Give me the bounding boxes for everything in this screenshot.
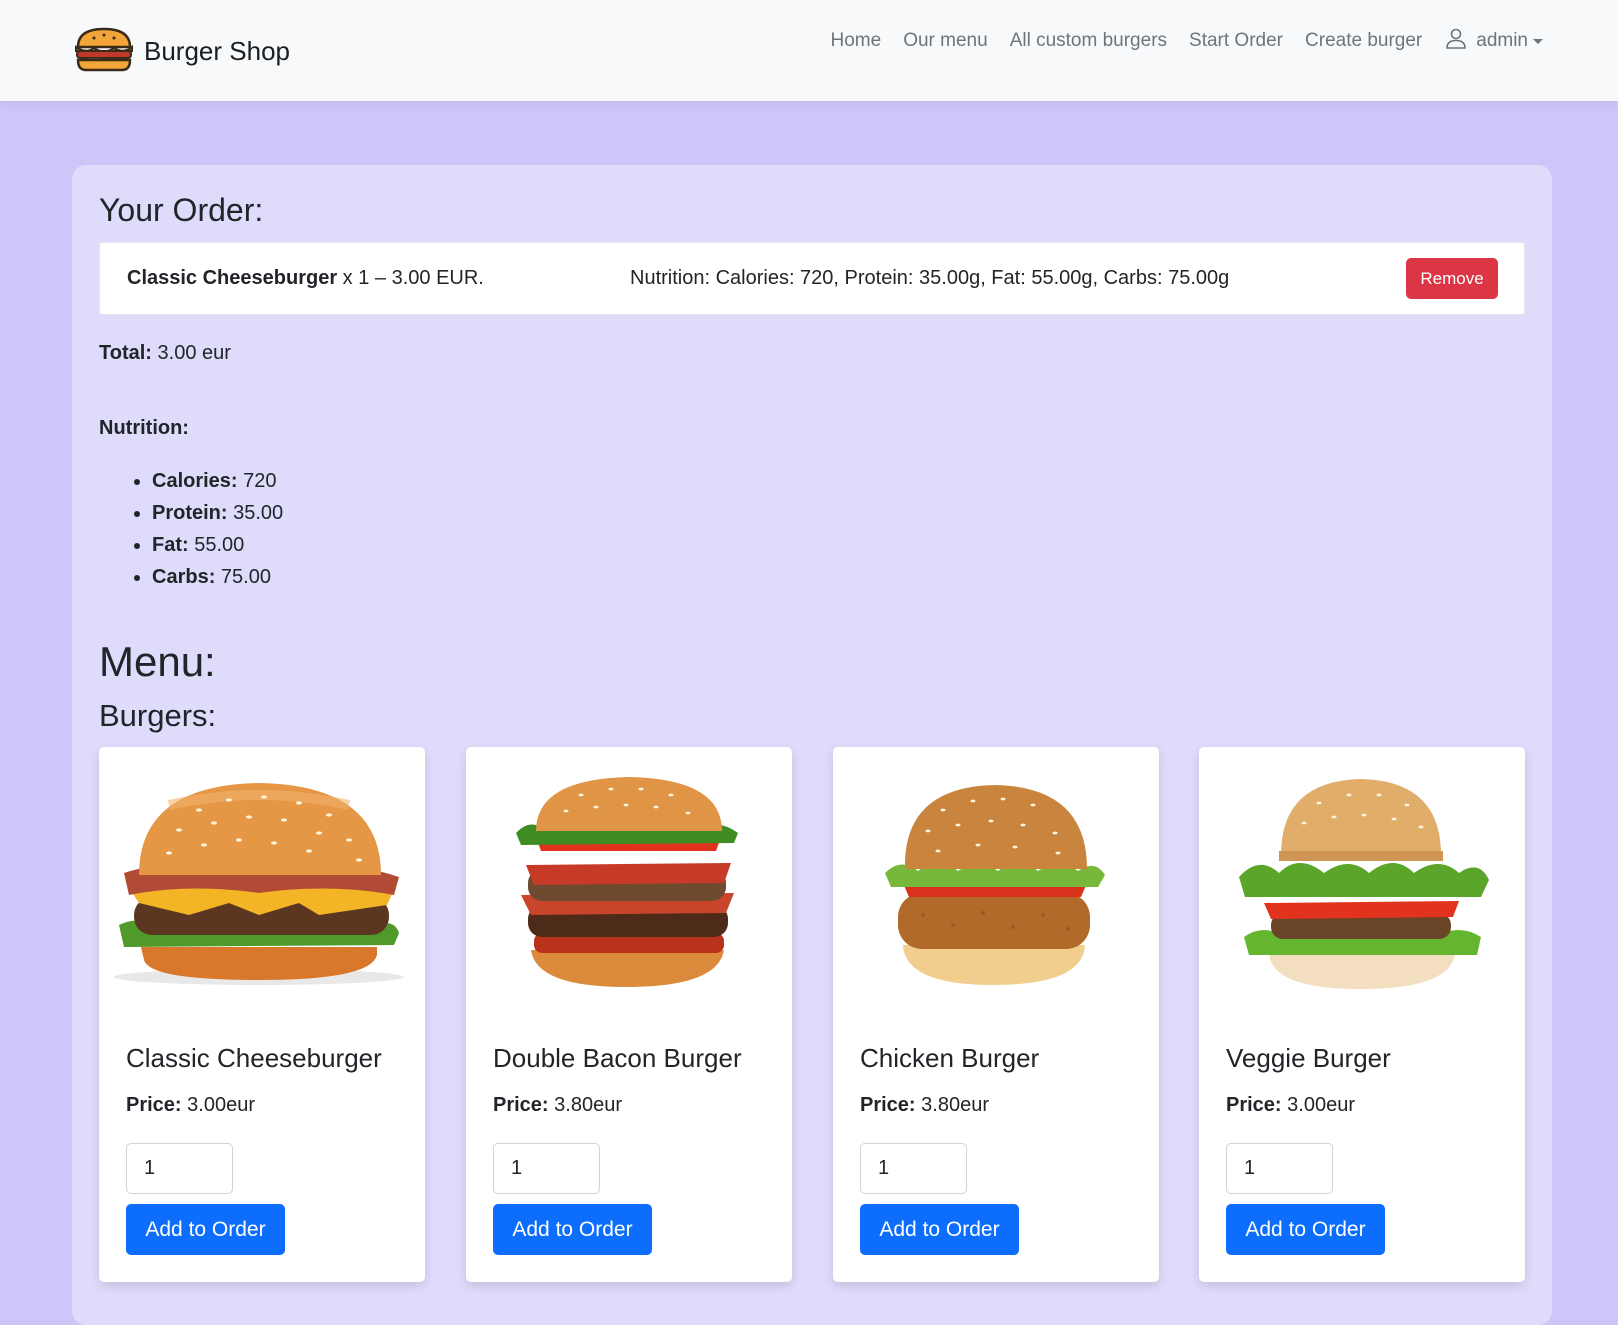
nutrition-calories-label: Calories: (152, 470, 238, 492)
menu-heading: Menu: (99, 638, 216, 685)
burger-name: Double Bacon Burger (493, 1043, 742, 1073)
nutrition-fat-label: Fat: (152, 534, 189, 556)
price-value: 3.00eur (1281, 1094, 1355, 1116)
nutrition-calories-value: 720 (237, 470, 277, 492)
nutrition-fat-value: 55.00 (188, 534, 245, 556)
burger-name: Veggie Burger (1226, 1043, 1391, 1073)
burger-name: Chicken Burger (860, 1043, 1040, 1073)
nutrition-carbs-value: 75.00 (215, 566, 271, 588)
user-name: admin (1476, 29, 1528, 51)
burger-price: Price: 3.80eur (860, 1094, 989, 1117)
burger-cards: Classic Cheeseburger Price: 3.00eur Add … (99, 747, 1525, 1282)
chevron-down-icon (1533, 39, 1543, 44)
burger-card-veggie-burger: Veggie Burger Price: 3.00eur Add to Orde… (1199, 747, 1525, 1282)
add-to-order-button[interactable]: Add to Order (860, 1204, 1019, 1255)
burger-name: Classic Cheeseburger (126, 1043, 382, 1073)
list-item: Protein: 35.00 (152, 497, 283, 529)
double-bacon-burger-image (476, 765, 782, 990)
add-to-order-button[interactable]: Add to Order (126, 1204, 285, 1255)
burgers-heading: Burgers: (99, 698, 217, 733)
quantity-input[interactable] (493, 1143, 600, 1194)
quantity-input[interactable] (860, 1143, 967, 1194)
nav-all-custom-burgers[interactable]: All custom burgers (1010, 30, 1167, 52)
user-icon (1444, 26, 1468, 55)
nav-create-burger[interactable]: Create burger (1305, 30, 1422, 52)
cheeseburger-image (109, 765, 415, 990)
add-to-order-button[interactable]: Add to Order (493, 1204, 652, 1255)
price-value: 3.80eur (915, 1094, 989, 1116)
total-value: 3.00 eur (151, 342, 231, 364)
brand-name: Burger Shop (144, 36, 290, 66)
main-panel: Your Order: Classic Cheeseburger x 1 – 3… (72, 165, 1552, 1325)
burger-price: Price: 3.00eur (126, 1094, 255, 1117)
chicken-burger-image (843, 765, 1149, 990)
veggie-burger-image (1209, 765, 1515, 990)
total-label: Total: (99, 342, 152, 364)
nav-start-order[interactable]: Start Order (1189, 30, 1283, 52)
price-label: Price: (126, 1094, 182, 1116)
nutrition-list: Calories: 720 Protein: 35.00 Fat: 55.00 … (152, 465, 283, 593)
order-item-nutrition: Nutrition: Calories: 720, Protein: 35.00… (630, 267, 1230, 289)
order-total: Total: 3.00 eur (99, 342, 231, 365)
burger-card-double-bacon-burger: Double Bacon Burger Price: 3.80eur Add t… (466, 747, 792, 1282)
quantity-input[interactable] (126, 1143, 233, 1194)
burger-price: Price: 3.80eur (493, 1094, 622, 1117)
navbar: Burger Shop Home Our menu All custom bur… (0, 0, 1618, 101)
price-label: Price: (1226, 1094, 1282, 1116)
nutrition-carbs-label: Carbs: (152, 566, 216, 588)
burger-logo-icon (72, 25, 136, 78)
nutrition-protein-label: Protein: (152, 502, 228, 524)
burger-card-chicken-burger: Chicken Burger Price: 3.80eur Add to Ord… (833, 747, 1159, 1282)
remove-button[interactable]: Remove (1406, 258, 1498, 299)
order-item-qty-price: x 1 – 3.00 EUR. (337, 267, 484, 289)
price-value: 3.80eur (548, 1094, 622, 1116)
nav-our-menu[interactable]: Our menu (903, 30, 987, 52)
burger-price: Price: 3.00eur (1226, 1094, 1355, 1117)
order-item-description: Classic Cheeseburger x 1 – 3.00 EUR. (127, 267, 484, 290)
order-item-name: Classic Cheeseburger (127, 267, 338, 289)
list-item: Fat: 55.00 (152, 529, 283, 561)
nutrition-label: Nutrition: (99, 417, 189, 439)
nutrition-protein-value: 35.00 (227, 502, 284, 524)
price-value: 3.00eur (181, 1094, 255, 1116)
nav-home[interactable]: Home (831, 30, 882, 52)
list-item: Calories: 720 (152, 465, 283, 497)
user-dropdown[interactable]: admin (1444, 26, 1543, 55)
order-heading: Your Order: (99, 192, 264, 228)
brand[interactable]: Burger Shop (72, 25, 290, 78)
list-item: Carbs: 75.00 (152, 561, 283, 593)
price-label: Price: (493, 1094, 549, 1116)
nutrition-heading: Nutrition: (99, 417, 189, 440)
price-label: Price: (860, 1094, 916, 1116)
quantity-input[interactable] (1226, 1143, 1333, 1194)
order-item-row: Classic Cheeseburger x 1 – 3.00 EUR. Nut… (99, 242, 1525, 315)
burger-card-classic-cheeseburger: Classic Cheeseburger Price: 3.00eur Add … (99, 747, 425, 1282)
nav-links: Home Our menu All custom burgers Start O… (809, 26, 1543, 55)
add-to-order-button[interactable]: Add to Order (1226, 1204, 1385, 1255)
